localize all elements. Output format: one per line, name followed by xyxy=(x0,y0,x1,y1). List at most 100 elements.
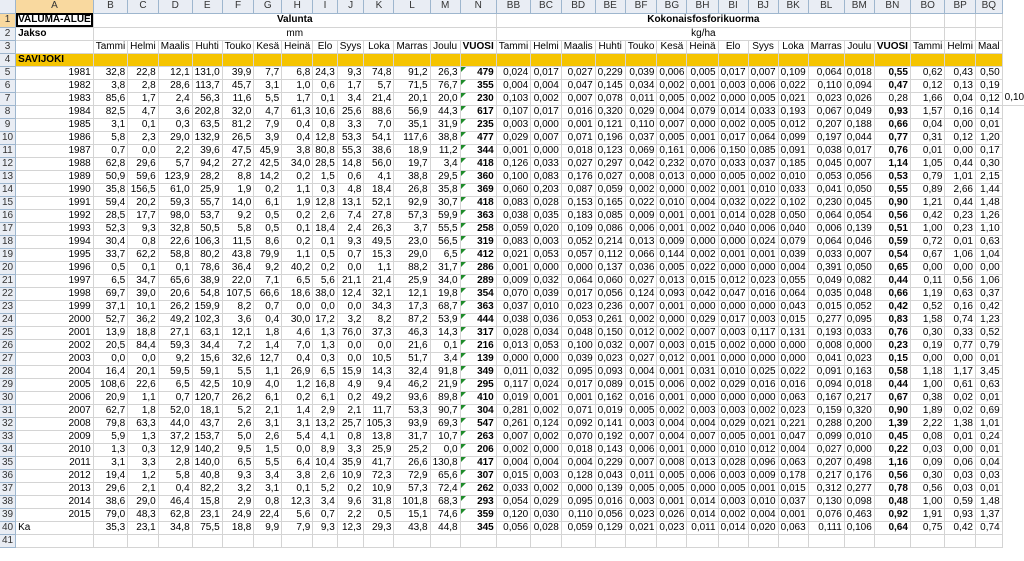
fosfori-value[interactable]: 0,003 xyxy=(748,313,779,327)
month-header[interactable]: Marras xyxy=(393,40,431,54)
valunta-value[interactable]: 12,3 xyxy=(281,495,314,509)
valunta-value[interactable]: 76,7 xyxy=(430,79,461,93)
fosfori-value[interactable]: 0,002 xyxy=(530,404,562,418)
valunta-value[interactable]: 18,8 xyxy=(127,326,159,340)
fosfori-value[interactable]: 0,178 xyxy=(778,469,809,483)
valunta-value[interactable]: 26,9 xyxy=(281,365,314,379)
column-header-BD[interactable]: BD xyxy=(561,0,596,14)
fosfori-value[interactable]: 0,033 xyxy=(778,183,809,197)
fosfori-value[interactable]: 0,55 xyxy=(874,66,911,80)
fosfori-value[interactable]: 0,159 xyxy=(808,404,845,418)
valunta-value[interactable]: 3,3 xyxy=(127,456,159,470)
valunta-value[interactable]: 34,7 xyxy=(127,274,159,288)
valunta-value[interactable]: 3,6 xyxy=(158,105,193,119)
fosfori-value[interactable]: 0,029 xyxy=(625,105,658,119)
fosfori-value[interactable]: 0,165 xyxy=(595,196,626,210)
valunta-value[interactable]: 39,6 xyxy=(192,144,223,158)
average-valunta[interactable]: 18,8 xyxy=(222,521,255,535)
fosfori-value[interactable]: 0,005 xyxy=(625,482,658,496)
fosfori-value[interactable]: 0,033 xyxy=(808,248,845,262)
valunta-value[interactable]: 34,3 xyxy=(363,300,395,314)
fosfori-value[interactable]: 0,027 xyxy=(561,66,596,80)
row-header-14[interactable]: 14 xyxy=(0,183,17,197)
fosfori-value[interactable]: 0,028 xyxy=(496,326,532,340)
fosfori-value[interactable]: 0,000 xyxy=(844,339,875,353)
fosfori-value[interactable]: 0,015 xyxy=(686,339,719,353)
valunta-value[interactable]: 2,6 xyxy=(222,417,255,431)
fosfori-value[interactable]: 0,013 xyxy=(686,456,719,470)
valunta-value[interactable]: 47,5 xyxy=(222,144,255,158)
fosfori-value[interactable]: 0,009 xyxy=(496,274,532,288)
valunta-value[interactable]: 19,4 xyxy=(93,469,129,483)
fosfori-value[interactable]: 0,89 xyxy=(910,183,946,197)
valunta-value[interactable]: 617 xyxy=(460,105,497,119)
valunta-value[interactable]: 32,6 xyxy=(222,352,255,366)
cell-A2[interactable]: Jakso xyxy=(15,27,94,41)
row-header-40[interactable]: 40 xyxy=(0,521,17,535)
cell[interactable] xyxy=(808,534,845,548)
fosfori-value[interactable]: 2,15 xyxy=(975,170,1003,184)
fosfori-value[interactable]: 1,17 xyxy=(944,365,976,379)
month-header[interactable]: Helmi xyxy=(944,40,976,54)
cell-A3[interactable] xyxy=(15,40,94,54)
fosfori-value[interactable]: 0,033 xyxy=(748,105,779,119)
fosfori-value[interactable]: 0,094 xyxy=(844,79,875,93)
valunta-value[interactable]: 56,5 xyxy=(430,235,461,249)
fosfori-value[interactable]: 0,130 xyxy=(808,495,845,509)
fosfori-value[interactable]: 0,005 xyxy=(656,131,688,145)
fosfori-value[interactable]: 0,90 xyxy=(874,196,911,210)
area-band[interactable] xyxy=(127,53,159,67)
fosfori-value[interactable]: 0,041 xyxy=(808,352,845,366)
valunta-value[interactable]: 14,8 xyxy=(337,157,365,171)
valunta-value[interactable]: 3,3 xyxy=(337,118,365,132)
valunta-value[interactable]: 22,6 xyxy=(127,378,159,392)
fosfori-value[interactable]: 0,00 xyxy=(944,443,976,457)
year-cell[interactable]: 1988 xyxy=(15,157,94,171)
valunta-value[interactable]: 12,1 xyxy=(393,287,431,301)
valunta-value[interactable]: 69,7 xyxy=(93,287,129,301)
valunta-value[interactable]: 0,6 xyxy=(337,170,365,184)
valunta-value[interactable]: 42,5 xyxy=(253,157,283,171)
average-fosfori[interactable]: 0,059 xyxy=(561,521,596,535)
valunta-value[interactable]: 10,6 xyxy=(312,105,338,119)
fosfori-value[interactable]: 0,014 xyxy=(686,495,719,509)
valunta-value[interactable]: 18,4 xyxy=(363,183,395,197)
fosfori-value[interactable]: 0,002 xyxy=(686,248,719,262)
valunta-value[interactable]: 10,1 xyxy=(127,300,159,314)
valunta-value[interactable]: 81,2 xyxy=(222,118,255,132)
fosfori-value[interactable]: 0,200 xyxy=(844,417,875,431)
valunta-value[interactable]: 48,3 xyxy=(127,508,159,522)
fosfori-value[interactable]: 0,011 xyxy=(625,469,658,483)
fosfori-value[interactable]: 0,004 xyxy=(530,79,562,93)
valunta-value[interactable]: 102,3 xyxy=(192,313,223,327)
fosfori-value[interactable]: 1,26 xyxy=(975,209,1003,223)
fosfori-value[interactable]: 0,117 xyxy=(748,326,779,340)
year-cell[interactable]: 1986 xyxy=(15,131,94,145)
row-header-3[interactable]: 3 xyxy=(0,40,17,54)
fosfori-value[interactable]: 0,193 xyxy=(778,105,809,119)
valunta-value[interactable]: 304 xyxy=(460,404,497,418)
valunta-value[interactable]: 30,4 xyxy=(93,235,129,249)
area-band[interactable] xyxy=(561,53,596,67)
valunta-value[interactable]: 349 xyxy=(460,365,497,379)
valunta-value[interactable]: 37,1 xyxy=(93,300,129,314)
valunta-value[interactable]: 106,3 xyxy=(192,235,223,249)
valunta-value[interactable]: 5,5 xyxy=(222,365,255,379)
fosfori-value[interactable]: 0,003 xyxy=(625,417,658,431)
valunta-value[interactable]: 3,1 xyxy=(93,456,129,470)
fosfori-value[interactable]: 0,005 xyxy=(718,482,749,496)
fosfori-value[interactable]: 0,002 xyxy=(656,79,688,93)
fosfori-value[interactable]: 0,049 xyxy=(844,105,875,119)
fosfori-value[interactable]: 0,002 xyxy=(748,404,779,418)
month-header[interactable]: Tammi xyxy=(93,40,129,54)
fosfori-value[interactable]: 0,38 xyxy=(910,391,946,405)
valunta-value[interactable]: 19,7 xyxy=(393,157,431,171)
valunta-value[interactable]: 444 xyxy=(460,313,497,327)
fosfori-value[interactable]: 0,100 xyxy=(561,339,596,353)
fosfori-value[interactable]: 1,05 xyxy=(910,157,946,171)
fosfori-value[interactable]: 0,083 xyxy=(496,196,532,210)
fosfori-value[interactable]: 0,000 xyxy=(496,352,532,366)
valunta-value[interactable]: 43,7 xyxy=(192,417,223,431)
row-header-23[interactable]: 23 xyxy=(0,300,17,314)
valunta-value[interactable]: 4,9 xyxy=(337,378,365,392)
